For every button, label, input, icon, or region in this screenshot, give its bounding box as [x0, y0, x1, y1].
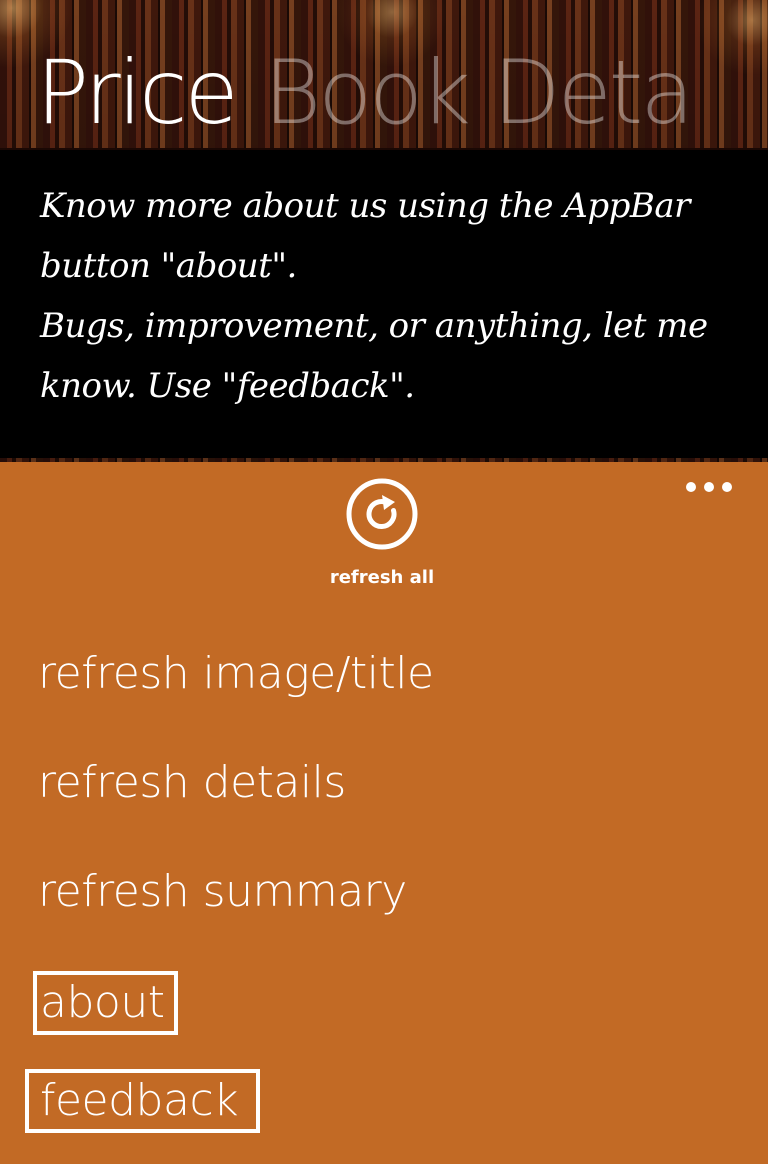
- pivot-item-price[interactable]: Price: [36, 41, 239, 144]
- info-text: Know more about us using the AppBar butt…: [40, 176, 740, 416]
- pivot-item-book-details[interactable]: Book Deta: [264, 41, 695, 144]
- ellipsis-dot: [686, 482, 696, 492]
- application-bar: refresh all refresh image/title refresh …: [0, 462, 768, 1164]
- menu-item-feedback[interactable]: feedback: [25, 1069, 261, 1133]
- menu-item-refresh-summary[interactable]: refresh summary: [38, 862, 407, 922]
- info-panel: Know more about us using the AppBar butt…: [0, 150, 768, 458]
- refresh-all-label: refresh all: [329, 567, 435, 588]
- info-feedback-text: Bugs, improvement, or anything, let me k…: [40, 306, 708, 406]
- menu-item-refresh-image-title[interactable]: refresh image/title: [38, 644, 434, 704]
- ellipsis-dot: [704, 482, 714, 492]
- info-about-text: Know more about us using the AppBar butt…: [40, 186, 690, 286]
- menu-item-refresh-details[interactable]: refresh details: [38, 753, 346, 813]
- ellipsis-dot: [722, 482, 732, 492]
- ellipsis-icon[interactable]: [686, 480, 732, 494]
- refresh-icon: [346, 478, 418, 550]
- refresh-all-button[interactable]: refresh all: [330, 478, 434, 602]
- pivot-header: Price Book Deta: [36, 38, 695, 148]
- menu-item-about[interactable]: about: [33, 971, 179, 1035]
